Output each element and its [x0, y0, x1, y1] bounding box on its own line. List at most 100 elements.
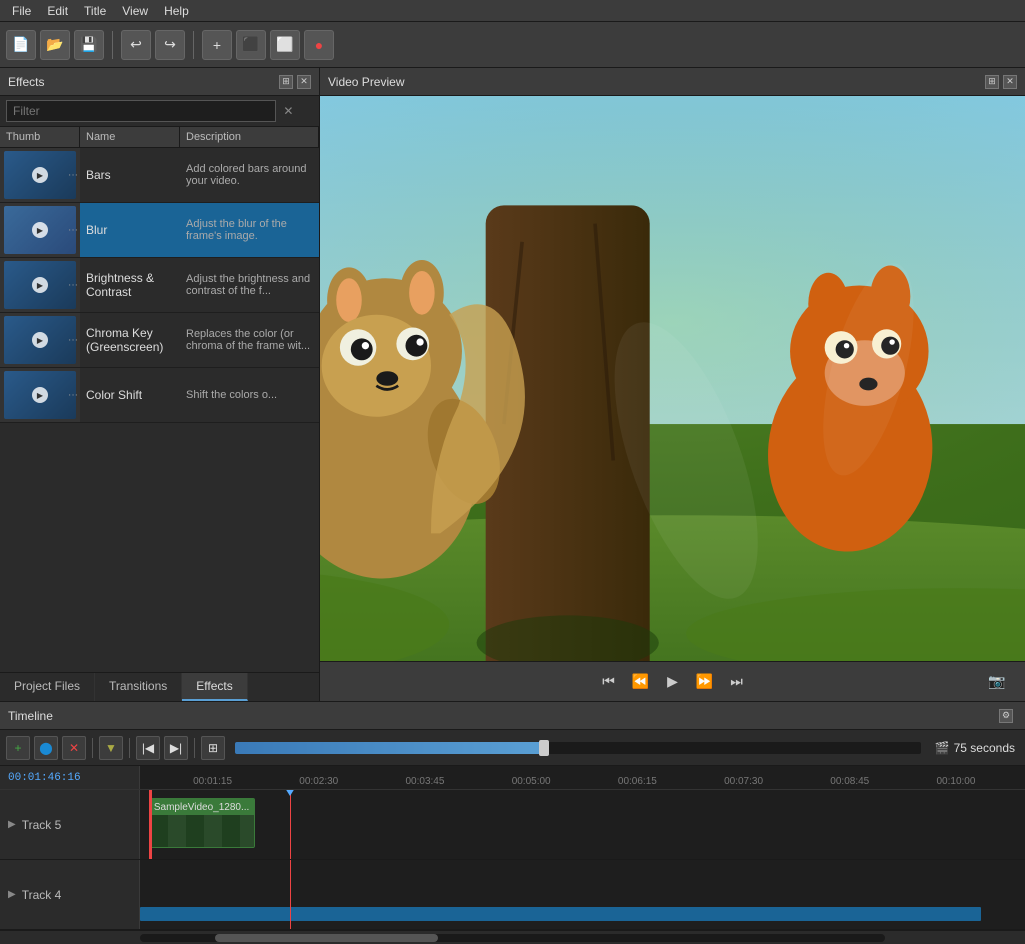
track-5-name: Track 5 — [22, 818, 62, 832]
ruler-mark-3: 00:03:45 — [406, 776, 445, 787]
ruler-mark-1: 00:01:15 — [193, 776, 232, 787]
menu-help[interactable]: Help — [156, 2, 197, 20]
duration-display: 🎬 75 seconds — [931, 741, 1019, 755]
track-5-content[interactable]: SampleVideo_1280... — [140, 790, 1025, 859]
timeline-ruler: 00:01:15 00:02:30 00:03:45 00:05:00 00:0… — [140, 766, 1025, 789]
ruler-marks-container: 00:01:15 00:02:30 00:03:45 00:05:00 00:0… — [140, 766, 1025, 789]
toolbar: 📄 📂 💾 ↩ ↪ + ⬛ ⬜ ● — [0, 22, 1025, 68]
effect-name-brightness: Brightness & Contrast — [80, 258, 180, 312]
video-scene-svg — [320, 96, 1025, 661]
fast-forward-button[interactable]: ⏩ — [693, 670, 717, 694]
tl-sep-2 — [129, 738, 130, 758]
next-marker-button[interactable]: ▶| — [164, 736, 188, 760]
effect-thumb-chroma: ▶ ··· — [0, 313, 80, 367]
timeline-scrollbar[interactable] — [0, 930, 1025, 944]
timeline-zoom-button[interactable]: ⊞ — [201, 736, 225, 760]
skip-back-button[interactable]: ⏮ — [597, 670, 621, 694]
filter-clear-icon[interactable]: ✕ — [283, 104, 293, 118]
preview-controls: ⏮ ⏪ ▶ ⏩ ⏭ 📷 — [320, 661, 1025, 701]
ruler-row: 00:01:46:16 00:01:15 00:02:30 00:03:45 0… — [0, 766, 1025, 790]
col-header-desc: Description — [180, 127, 319, 147]
effect-desc-blur: Adjust the blur of the frame's image. — [180, 203, 319, 257]
skip-forward-button[interactable]: ⏭ — [725, 670, 749, 694]
effect-name-chroma: Chroma Key (Greenscreen) — [80, 313, 180, 367]
clip-in-marker — [149, 790, 152, 859]
screenshot-button[interactable]: 📷 — [985, 670, 1009, 694]
preview-float-button[interactable]: ⊞ — [985, 75, 999, 89]
preview-close-button[interactable]: ✕ — [1003, 75, 1017, 89]
effect-row-brightness-contrast[interactable]: ▶ ··· Brightness & Contrast Adjust the b… — [0, 258, 319, 313]
effects-panel-title: Effects — [8, 75, 44, 89]
add-track-button[interactable]: + — [6, 736, 30, 760]
effects-filter-input[interactable] — [6, 100, 276, 122]
timeline-track-5: ▶ Track 5 SampleVideo_1280... — [0, 790, 1025, 860]
remove-button[interactable]: ✕ — [62, 736, 86, 760]
effect-row-chroma-key[interactable]: ▶ ··· Chroma Key (Greenscreen) Replaces … — [0, 313, 319, 368]
menu-file[interactable]: File — [4, 2, 39, 20]
ruler-mark-5: 00:06:15 — [618, 776, 657, 787]
trim-button[interactable]: ⬛ — [236, 30, 266, 60]
timeline-toolbar: + ⬤ ✕ ▼ |◀ ▶| ⊞ 🎬 75 seconds — [0, 730, 1025, 766]
tab-project-files[interactable]: Project Files — [0, 673, 95, 701]
timeline-scroll-thumb[interactable] — [215, 934, 439, 942]
play-button[interactable]: ▶ — [661, 670, 685, 694]
panel-float-button[interactable]: ⊞ — [279, 75, 293, 89]
open-button[interactable]: 📂 — [40, 30, 70, 60]
rewind-button[interactable]: ⏪ — [629, 670, 653, 694]
timeline-tracks-container: ▶ Track 5 SampleVideo_1280... — [0, 790, 1025, 930]
playhead-line — [290, 790, 291, 859]
effect-row-color-shift[interactable]: ▶ ··· Color Shift Shift the colors o... — [0, 368, 319, 423]
undo-button[interactable]: ↩ — [121, 30, 151, 60]
menu-title[interactable]: Title — [76, 2, 114, 20]
timeline-section: Timeline ⚙ + ⬤ ✕ ▼ |◀ ▶| ⊞ 🎬 75 seconds … — [0, 701, 1025, 944]
scrubber-fill — [235, 742, 544, 754]
timeline-header: Timeline ⚙ — [0, 702, 1025, 730]
effect-row-bars[interactable]: ▶ ··· Bars Add colored bars around your … — [0, 148, 319, 203]
new-button[interactable]: 📄 — [6, 30, 36, 60]
effects-column-headers: Thumb Name Description — [0, 127, 319, 148]
filter-button[interactable]: ▼ — [99, 736, 123, 760]
colorshift-dots: ··· — [68, 390, 78, 401]
redo-button[interactable]: ↪ — [155, 30, 185, 60]
bars-play-icon: ▶ — [32, 167, 48, 183]
record-button[interactable]: ● — [304, 30, 334, 60]
timeline-scrubber[interactable] — [235, 742, 921, 754]
add-button[interactable]: + — [202, 30, 232, 60]
ruler-mark-4: 00:05:00 — [512, 776, 551, 787]
blur-play-icon: ▶ — [32, 222, 48, 238]
save-button[interactable]: 💾 — [74, 30, 104, 60]
effect-row-blur[interactable]: ▶ ··· Blur Adjust the blur of the frame'… — [0, 203, 319, 258]
playhead-marker — [285, 790, 295, 796]
preview-panel: Video Preview ⊞ ✕ — [320, 68, 1025, 701]
effect-name-bars: Bars — [80, 148, 180, 202]
main-area: Effects ⊞ ✕ ✕ Thumb Name Description ▶ — [0, 68, 1025, 701]
preview-panel-header: Video Preview ⊞ ✕ — [320, 68, 1025, 96]
ruler-mark-7: 00:08:45 — [830, 776, 869, 787]
track-4-content[interactable] — [140, 860, 1025, 929]
effect-thumb-colorshift: ▶ ··· — [0, 368, 80, 422]
panel-close-button[interactable]: ✕ — [297, 75, 311, 89]
track-5-expand-icon[interactable]: ▶ — [8, 819, 16, 830]
timeline-settings-button[interactable]: ⚙ — [999, 709, 1013, 723]
export-button[interactable]: ⬜ — [270, 30, 300, 60]
video-clip-1[interactable]: SampleVideo_1280... — [149, 798, 255, 848]
ruler-mark-6: 00:07:30 — [724, 776, 763, 787]
tab-effects[interactable]: Effects — [182, 673, 247, 701]
col-header-name: Name — [80, 127, 180, 147]
duration-value: 75 seconds — [954, 741, 1015, 755]
menu-view[interactable]: View — [114, 2, 156, 20]
tab-transitions[interactable]: Transitions — [95, 673, 182, 701]
colorshift-play-icon: ▶ — [32, 387, 48, 403]
timeline-scroll-track[interactable] — [140, 934, 885, 942]
menu-edit[interactable]: Edit — [39, 2, 76, 20]
prev-marker-button[interactable]: |◀ — [136, 736, 160, 760]
effect-desc-brightness: Adjust the brightness and contrast of th… — [180, 258, 319, 312]
timeline-title: Timeline — [8, 709, 53, 723]
scrubber-handle[interactable] — [539, 740, 549, 756]
razor-button[interactable]: ⬤ — [34, 736, 58, 760]
effects-panel-header: Effects ⊞ ✕ — [0, 68, 319, 96]
clip-thumbnail-1 — [150, 815, 254, 848]
blur-dots: ··· — [68, 225, 78, 236]
track-4-audio-bar — [140, 907, 981, 921]
track-4-expand-icon[interactable]: ▶ — [8, 889, 16, 900]
